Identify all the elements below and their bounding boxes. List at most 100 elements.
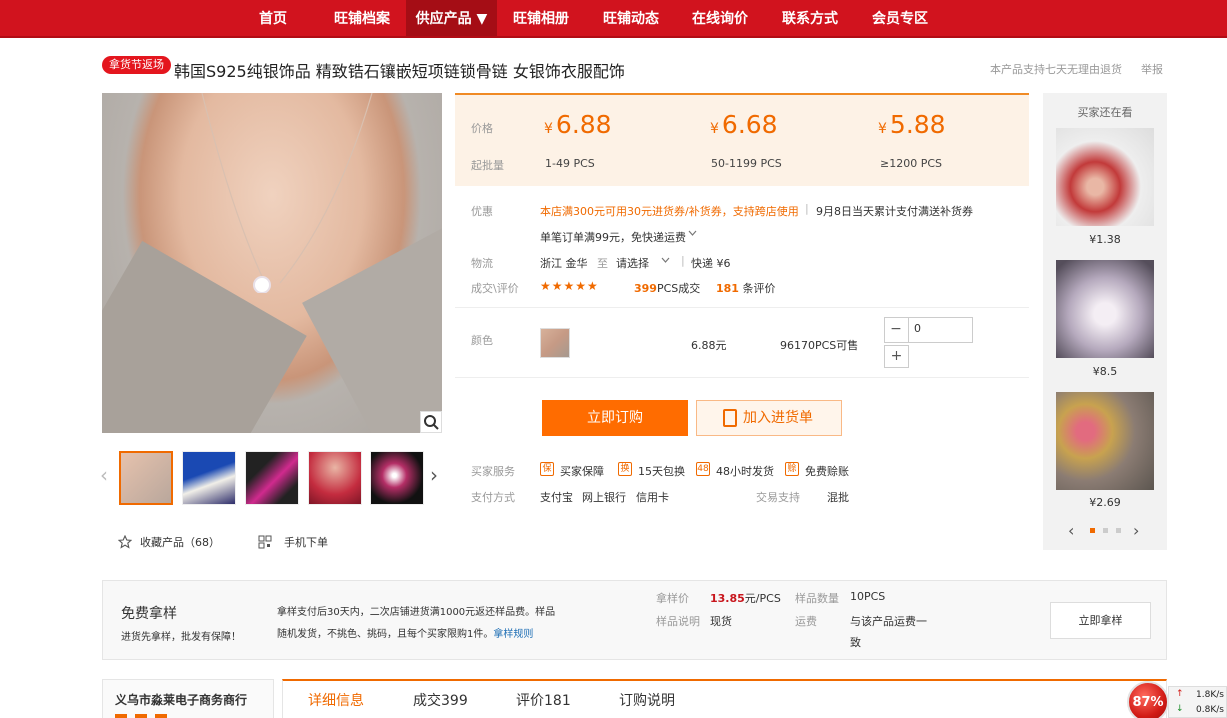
deals-number: 399: [634, 282, 657, 295]
tab-details[interactable]: 详细信息: [308, 690, 364, 710]
recommend-price-2: ¥8.5: [1092, 365, 1118, 378]
coupon-text[interactable]: 本店满300元可用30元进货券/补货券，支持跨店使用: [540, 203, 799, 219]
divider: [455, 307, 1029, 308]
reviews-text: 条评价: [742, 282, 776, 295]
sample-ship-value-cont: 致: [850, 636, 861, 649]
shop-badge-icon: [155, 714, 167, 718]
promo-label: 优惠: [471, 205, 493, 218]
star-outline-icon[interactable]: [118, 535, 132, 549]
top-nav-bar: 首页 旺铺档案 供应产品 ▼ 旺铺相册 旺铺动态 在线询价 联系方式 会员专区: [0, 0, 1227, 38]
thumb-prev-arrow[interactable]: ‹: [100, 463, 108, 487]
chevron-down-icon[interactable]: [661, 257, 670, 264]
recommend-image-2[interactable]: [1056, 260, 1154, 358]
shop-name[interactable]: 义乌市淼莱电子商务商行: [115, 691, 247, 708]
thumb-next-arrow[interactable]: ›: [430, 463, 438, 487]
deals-count[interactable]: 399PCS成交: [634, 280, 700, 296]
sample-subtitle: 进货先拿样，批发有保障！: [121, 632, 241, 643]
nav-item-album[interactable]: 旺铺相册: [504, 0, 578, 36]
service-item[interactable]: 15天包换: [638, 463, 685, 479]
recommend-price-3: ¥2.69: [1089, 496, 1121, 509]
qty-range-2: 50-1199 PCS: [711, 157, 782, 170]
service-item[interactable]: 48小时发货: [716, 463, 774, 479]
quantity-plus-button[interactable]: +: [884, 345, 909, 368]
sidebar-prev-arrow[interactable]: ‹: [1068, 521, 1074, 540]
download-arrow-icon: ↓: [1176, 704, 1184, 714]
chevron-down-icon[interactable]: [688, 230, 697, 237]
thumbnail-1[interactable]: [119, 451, 173, 505]
recommend-price-1: ¥1.38: [1089, 233, 1121, 246]
payment-label: 支付方式: [471, 491, 515, 504]
quantity-minus-button[interactable]: −: [884, 317, 909, 343]
color-swatch[interactable]: [540, 328, 570, 358]
recommend-image-1[interactable]: [1056, 128, 1154, 226]
nav-item-inquiry[interactable]: 在线询价: [683, 0, 757, 36]
upload-arrow-icon: ↑: [1176, 689, 1184, 699]
promo-separator: |: [805, 202, 809, 215]
sample-qty-label: 样品数量: [795, 592, 839, 605]
clock-icon: 48: [696, 462, 710, 476]
carousel-dot[interactable]: [1103, 528, 1108, 533]
sample-price-unit: 元/PCS: [744, 592, 781, 605]
carousel-dot[interactable]: [1090, 528, 1095, 533]
thumbnail-2[interactable]: [182, 451, 236, 505]
divider: [455, 377, 1029, 378]
nav-item-home[interactable]: 首页: [243, 0, 303, 36]
sample-qty-value: 10PCS: [850, 590, 886, 603]
nav-item-products[interactable]: 供应产品 ▼: [406, 0, 497, 36]
report-link[interactable]: 举报: [1141, 61, 1163, 77]
nav-item-news[interactable]: 旺铺动态: [594, 0, 668, 36]
sidebar-title: 买家还在看: [1077, 106, 1133, 119]
ship-destination-select[interactable]: 请选择: [616, 255, 649, 271]
add-to-cart-button[interactable]: 加入进货单: [696, 400, 842, 436]
color-label: 颜色: [471, 334, 493, 347]
trade-support-label: 交易支持: [756, 491, 800, 504]
magnifier-icon: [424, 415, 439, 430]
thumbnail-3[interactable]: [245, 451, 299, 505]
sample-rule-link[interactable]: 拿样规则: [493, 629, 533, 640]
tab-reviews[interactable]: 评价181: [516, 690, 571, 710]
price-value: 6.88: [555, 110, 612, 139]
rating-stars: ★★★★★: [540, 279, 599, 293]
deals-text: PCS成交: [656, 282, 701, 295]
price-tier-1: ¥6.88: [544, 110, 612, 139]
service-item[interactable]: 免费赊账: [805, 463, 849, 479]
mobile-order-link[interactable]: 手机下单: [284, 534, 328, 550]
price-value: 6.68: [721, 110, 778, 139]
quantity-input[interactable]: 0: [914, 322, 921, 335]
price-label: 价格: [471, 122, 493, 135]
thumbnail-4[interactable]: [308, 451, 362, 505]
buy-now-button[interactable]: 立即订购: [542, 400, 688, 436]
qty-range-3: ≥1200 PCS: [880, 157, 943, 170]
freeship-text: 单笔订单满99元，免快递运费: [540, 231, 686, 244]
ship-origin: 浙江 金华: [540, 257, 588, 270]
thumbnail-5[interactable]: [370, 451, 424, 505]
review-count[interactable]: 181 条评价: [716, 280, 775, 296]
nav-item-profile[interactable]: 旺铺档案: [325, 0, 399, 36]
sidebar-next-arrow[interactable]: ›: [1133, 521, 1139, 540]
clipboard-icon: [723, 409, 737, 427]
sample-price: 13.85元/PCS: [710, 590, 781, 606]
zoom-button[interactable]: [420, 411, 442, 433]
favorite-product-link[interactable]: 收藏产品（68）: [140, 534, 220, 550]
carousel-dot[interactable]: [1116, 528, 1121, 533]
payment-method: 信用卡: [636, 491, 669, 504]
net-speed-ball[interactable]: 87%: [1127, 681, 1169, 718]
service-item[interactable]: 买家保障: [560, 463, 604, 479]
tab-deals[interactable]: 成交399: [413, 690, 468, 710]
promo-tag: 拿货节返场: [102, 56, 171, 74]
main-product-image[interactable]: [102, 93, 442, 433]
free-sample-section: [102, 580, 1167, 660]
nav-item-contact[interactable]: 联系方式: [773, 0, 847, 36]
nav-item-members[interactable]: 会员专区: [863, 0, 937, 36]
shop-badge-icon: [115, 714, 127, 718]
tab-order-info[interactable]: 订购说明: [619, 690, 675, 710]
get-sample-button[interactable]: 立即拿样: [1050, 602, 1151, 639]
sample-price-value: 13.85: [710, 592, 745, 605]
sample-ship-value: 与该产品运费一: [850, 615, 927, 628]
recommend-image-3[interactable]: [1056, 392, 1154, 490]
sample-note-value: 现货: [710, 615, 732, 628]
payment-method: 网上银行: [582, 491, 626, 504]
sample-price-label: 拿样价: [656, 592, 689, 605]
qr-code-icon[interactable]: [258, 535, 272, 549]
price-tier-2: ¥6.68: [710, 110, 778, 139]
